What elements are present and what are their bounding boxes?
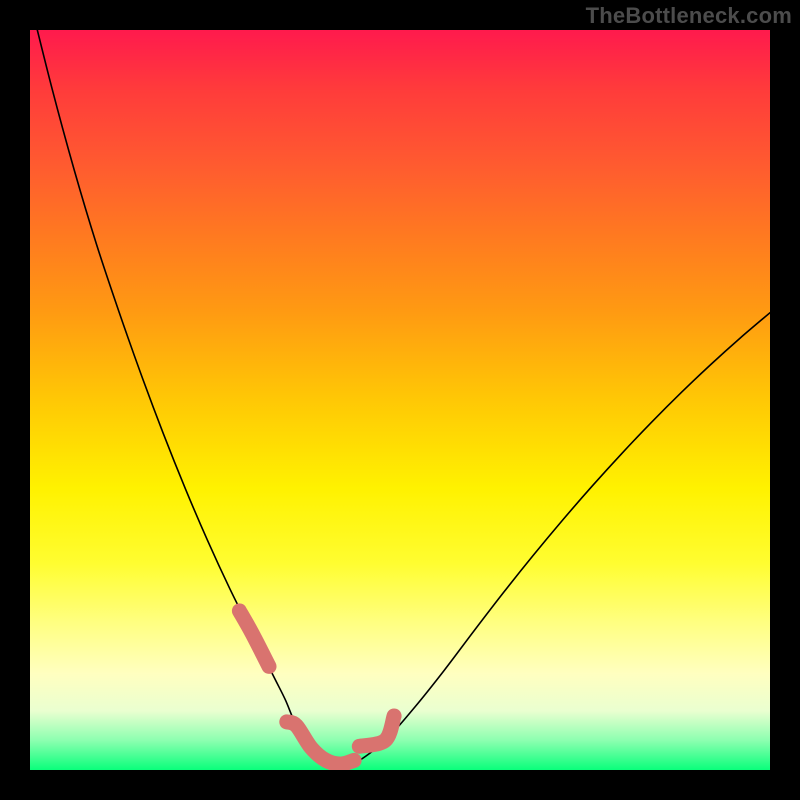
- flat-bottom-marker: [287, 722, 354, 764]
- bottleneck-curve: [30, 30, 770, 765]
- highlight-markers: [239, 611, 394, 764]
- chart-svg: [30, 30, 770, 770]
- plot-area: [30, 30, 770, 770]
- chart-frame: TheBottleneck.com: [0, 0, 800, 800]
- left-slope-marker: [239, 611, 269, 667]
- watermark-text: TheBottleneck.com: [586, 3, 792, 29]
- right-slope-marker: [359, 716, 394, 746]
